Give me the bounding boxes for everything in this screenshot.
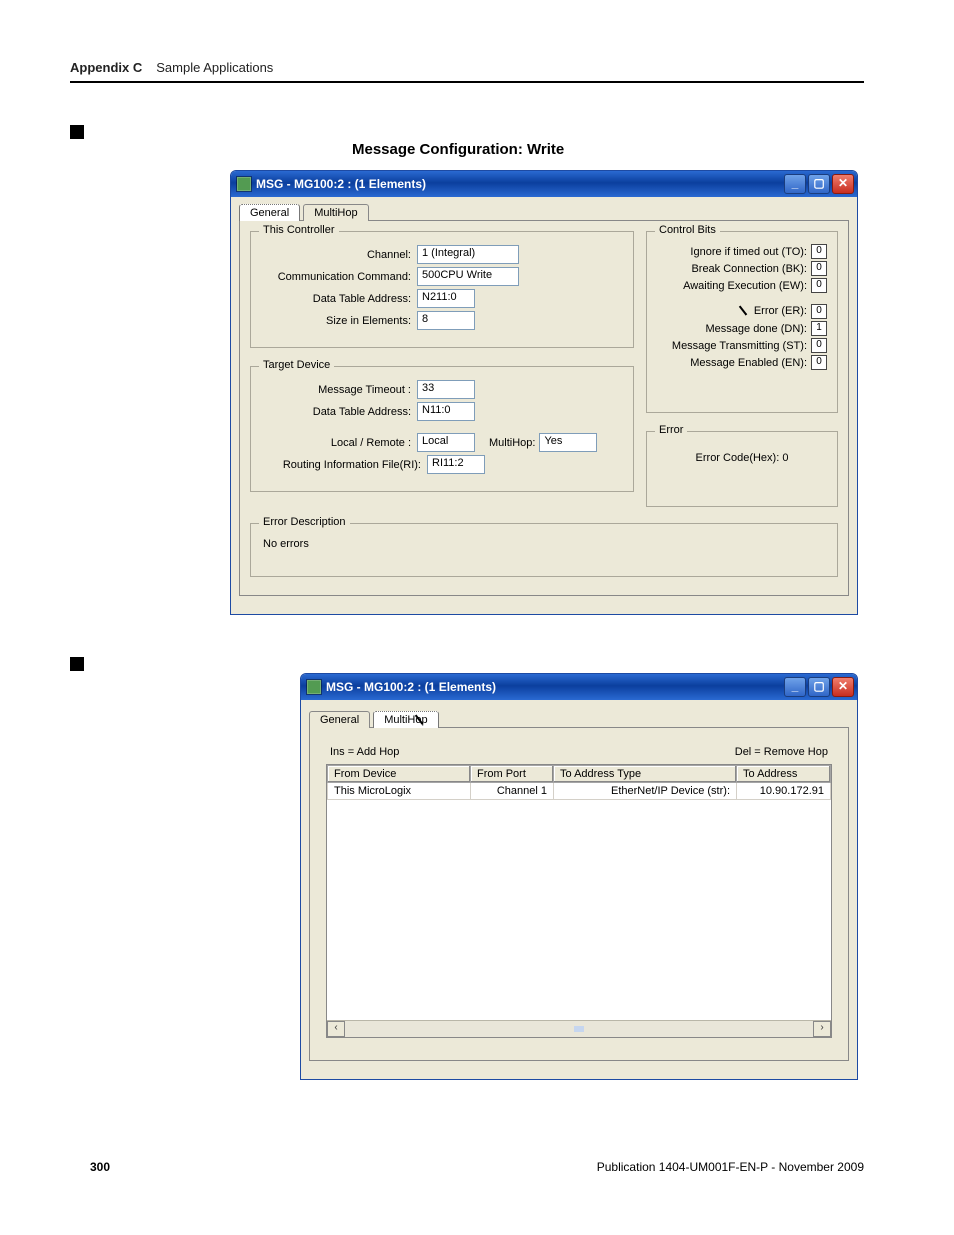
- cb-er-value[interactable]: 0: [811, 304, 827, 319]
- minimize-button[interactable]: _: [784, 677, 806, 697]
- channel-field[interactable]: 1 (Integral): [417, 245, 519, 264]
- group-title: Error Description: [259, 516, 350, 528]
- group-error: Error Error Code(Hex): 0: [646, 431, 838, 507]
- cb-dn-value[interactable]: 1: [811, 321, 827, 336]
- publication-id: Publication 1404-UM001F-EN-P - November …: [597, 1160, 864, 1174]
- multihop-field[interactable]: Yes: [539, 433, 597, 452]
- dialog-title: MSG - MG100:2 : (1 Elements): [326, 680, 784, 694]
- group-title: Error: [655, 424, 687, 436]
- col-to-addr[interactable]: To Address: [737, 766, 831, 783]
- header-rule: [70, 81, 864, 83]
- hint-ins: Ins = Add Hop: [330, 746, 399, 758]
- app-icon: [307, 680, 321, 694]
- minimize-button[interactable]: _: [784, 174, 806, 194]
- horizontal-scrollbar[interactable]: ‹ ›: [327, 1020, 831, 1037]
- cursor-icon: [738, 303, 750, 319]
- error-desc-text: No errors: [261, 534, 827, 562]
- cb-bk-label: Break Connection (BK):: [691, 263, 807, 275]
- cb-to-value[interactable]: 0: [811, 244, 827, 259]
- comm-cmd-label: Communication Command:: [261, 271, 417, 283]
- cb-st-label: Message Transmitting (ST):: [672, 340, 807, 352]
- revision-marker-icon: [70, 125, 84, 139]
- hop-table[interactable]: From Device From Port To Address Type To…: [326, 764, 832, 1038]
- col-from-device[interactable]: From Device: [328, 766, 471, 783]
- group-title: Control Bits: [655, 224, 720, 236]
- app-icon: [237, 177, 251, 191]
- multihop-label: MultiHop:: [489, 437, 535, 449]
- local-remote-label: Local / Remote :: [261, 437, 417, 449]
- size-label: Size in Elements:: [261, 315, 417, 327]
- cb-en-label: Message Enabled (EN):: [690, 357, 807, 369]
- dta-label: Data Table Address:: [261, 293, 417, 305]
- cell-to-addr: 10.90.172.91: [737, 783, 831, 800]
- channel-label: Channel:: [261, 249, 417, 261]
- msg-timeout-label: Message Timeout :: [261, 384, 417, 396]
- comm-cmd-field[interactable]: 500CPU Write: [417, 267, 519, 286]
- error-code: Error Code(Hex): 0: [657, 452, 827, 464]
- tab-general[interactable]: General: [239, 204, 300, 221]
- section-title: Message Configuration: Write: [352, 141, 864, 158]
- page-number: 300: [90, 1160, 110, 1174]
- size-field[interactable]: 8: [417, 311, 475, 330]
- group-this-controller: This Controller Channel: 1 (Integral) Co…: [250, 231, 634, 348]
- cb-bk-value[interactable]: 0: [811, 261, 827, 276]
- revision-marker-icon: [70, 657, 84, 671]
- cb-ew-label: Awaiting Execution (EW):: [683, 280, 807, 292]
- group-error-desc: Error Description No errors: [250, 523, 838, 577]
- group-title: Target Device: [259, 359, 334, 371]
- tab-general[interactable]: General: [309, 711, 370, 728]
- group-control-bits: Control Bits Ignore if timed out (TO):0 …: [646, 231, 838, 413]
- msg-timeout-field[interactable]: 33: [417, 380, 475, 399]
- close-button[interactable]: ✕: [832, 677, 854, 697]
- cb-en-value[interactable]: 0: [811, 355, 827, 370]
- hint-del: Del = Remove Hop: [735, 746, 828, 758]
- cb-dn-label: Message done (DN):: [706, 323, 808, 335]
- group-title: This Controller: [259, 224, 339, 236]
- cb-er-label: Error (ER):: [754, 305, 807, 317]
- tab-multihop[interactable]: MultiHop: [373, 711, 438, 728]
- col-to-addr-type[interactable]: To Address Type: [554, 766, 737, 783]
- tgt-dta-label: Data Table Address:: [261, 406, 417, 418]
- col-from-port[interactable]: From Port: [471, 766, 554, 783]
- header-chapter: Sample Applications: [156, 60, 273, 75]
- dialog-title: MSG - MG100:2 : (1 Elements): [256, 177, 784, 191]
- scroll-thumb[interactable]: [574, 1026, 584, 1032]
- group-target-device: Target Device Message Timeout : 33 Data …: [250, 366, 634, 492]
- tab-multihop[interactable]: MultiHop: [303, 204, 368, 221]
- msg-dialog-multihop: MSG - MG100:2 : (1 Elements) _ ▢ ✕ Gener…: [300, 673, 858, 1080]
- cell-from-port: Channel 1: [471, 783, 554, 800]
- maximize-button[interactable]: ▢: [808, 174, 830, 194]
- cb-ew-value[interactable]: 0: [811, 278, 827, 293]
- cell-to-addr-type: EtherNet/IP Device (str):: [554, 783, 737, 800]
- close-button[interactable]: ✕: [832, 174, 854, 194]
- local-remote-field[interactable]: Local: [417, 433, 475, 452]
- cursor-icon: [414, 712, 426, 728]
- scroll-right-button[interactable]: ›: [813, 1021, 831, 1037]
- header-appendix: Appendix C: [70, 60, 142, 75]
- rif-field[interactable]: RI11:2: [427, 455, 485, 474]
- table-row[interactable]: This MicroLogix Channel 1 EtherNet/IP De…: [328, 783, 831, 800]
- tgt-dta-field[interactable]: N11:0: [417, 402, 475, 421]
- cell-from-device: This MicroLogix: [328, 783, 471, 800]
- msg-dialog-general: MSG - MG100:2 : (1 Elements) _ ▢ ✕ Gener…: [230, 170, 858, 615]
- rif-label: Routing Information File(RI):: [261, 459, 427, 471]
- cb-st-value[interactable]: 0: [811, 338, 827, 353]
- table-header-row: From Device From Port To Address Type To…: [328, 766, 831, 783]
- maximize-button[interactable]: ▢: [808, 677, 830, 697]
- scroll-left-button[interactable]: ‹: [327, 1021, 345, 1037]
- cb-to-label: Ignore if timed out (TO):: [690, 246, 807, 258]
- dta-field[interactable]: N211:0: [417, 289, 475, 308]
